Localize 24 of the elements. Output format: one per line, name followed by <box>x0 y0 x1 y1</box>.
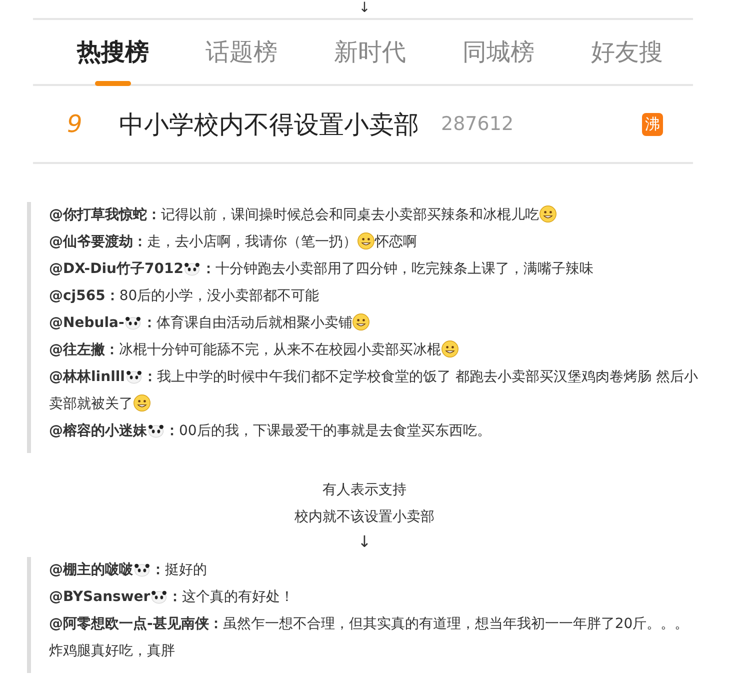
hot-badge: 沸 <box>642 112 663 136</box>
tab[interactable]: 同城榜 <box>462 36 534 86</box>
comment-text: @BYSanswer ：这个真的有好处！ <box>49 588 296 607</box>
down-arrow: ↓ <box>356 531 372 553</box>
search-count: 287612 <box>441 113 515 135</box>
topic-title[interactable]: 中小学校内不得设置小卖部 <box>119 108 419 140</box>
comment-text: @DX-Diu竹子7012 ：十分钟跑去小卖部用了四分钟，吃完辣条上课了，满嘴子辣味 <box>49 260 594 279</box>
comment-text: @棚主的啵啵 ：挺好的 <box>49 560 208 580</box>
comment-text: @cj565：80后的小学，没小卖部都不可能 <box>49 287 320 306</box>
comment-text: @你打草我惊蛇：记得以前，课间操时候总会和同桌去小卖部买辣条和冰棍儿吃 <box>49 202 701 229</box>
down-arrow: ↓ <box>358 0 372 16</box>
tab[interactable]: 热搜榜 <box>77 36 149 86</box>
tab[interactable]: 话题榜 <box>206 36 278 86</box>
caption-text: 校内就不该设置小卖部 <box>294 508 436 527</box>
tab[interactable]: 好友搜 <box>591 36 663 86</box>
comment-text: @仙爷要渡劫：走，去小店啊，我请你（笔一扔） 怀恋啊 <box>49 231 418 252</box>
tab[interactable]: 新时代 <box>334 36 406 86</box>
comment-text: @阿零想欧一点-甚见南侠：虽然乍一想不合理，但其实真的有道理，想当年我初一一年胖了20斤。。。炸鸡腿真好吃，真胖 <box>49 615 690 661</box>
comment-text: @Nebula- ：体育课自由活动后就相聚小卖铺 <box>49 310 701 337</box>
comment-text: @榕容的小迷妹 ：00后的我，下课最爱干的事就是去食堂买东西吃。 <box>49 422 492 441</box>
comment-text: @林林linlll ：我上中学的时候中午我们都不定学校食堂的饭了 都跑去小卖部买汉堡鸡肉卷烤肠 然后小卖部就被关了 <box>49 368 699 414</box>
comment-text: @往左撇：冰棍十分钟可能舔不完，从来不在校园小卖部买冰棍 <box>49 337 701 364</box>
rank-number: 9 <box>67 110 84 138</box>
caption-text: 有人表示支持 <box>322 481 408 500</box>
